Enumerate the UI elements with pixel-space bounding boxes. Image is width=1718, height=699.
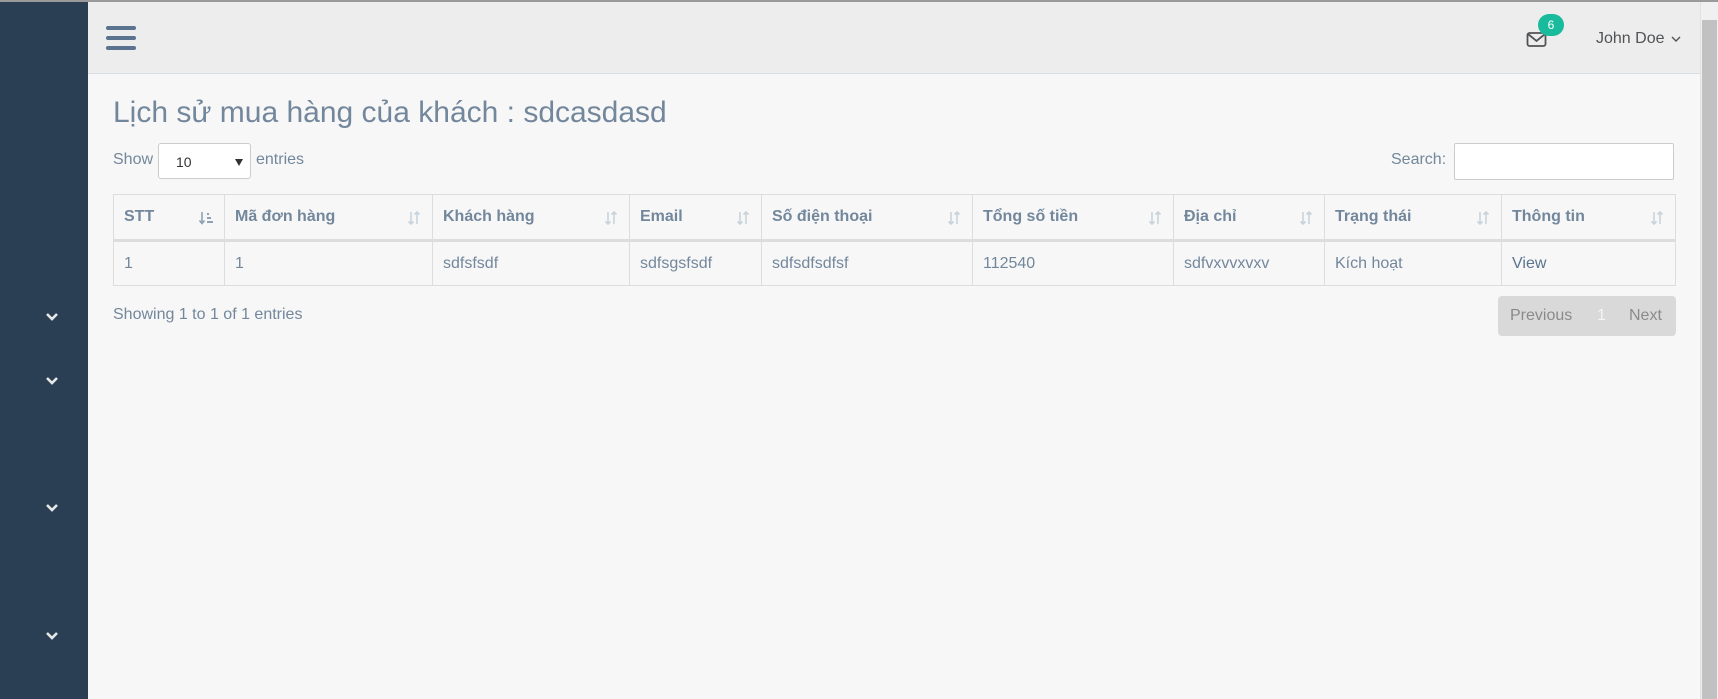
entries-select-value: 10 (176, 154, 192, 170)
cell-stt: 1 (113, 240, 225, 286)
column-header-label: Trạng thái (1335, 208, 1412, 225)
column-header-tong-so-tien[interactable]: Tổng số tiền (972, 194, 1174, 242)
column-header-label: Tổng số tiền (983, 208, 1079, 225)
cell-so-dien-thoai: sdfsdfsdfsf (761, 240, 973, 286)
cell-dia-chi: sdfvxvvxvxv (1173, 240, 1325, 286)
previous-button[interactable]: Previous (1510, 307, 1572, 325)
sort-both-icon (1148, 210, 1162, 226)
notification-badge: 6 (1538, 14, 1564, 36)
top-navbar: 6 John Doe (88, 2, 1700, 74)
column-header-label: Mã đơn hàng (235, 208, 336, 225)
page-title: Lịch sử mua hàng của khách : sdcasdasd (113, 96, 667, 129)
cell-tong-so-tien: 112540 (972, 240, 1174, 286)
chevron-down-icon (1671, 36, 1681, 42)
show-label: Show (113, 151, 154, 168)
sort-ascending-icon (198, 212, 213, 225)
table-header-row: STT Mã đơn hàng Khách hàng Email Số điện… (113, 194, 1676, 242)
column-header-label: Địa chỉ (1184, 208, 1237, 225)
sort-both-icon (1299, 210, 1313, 226)
next-button[interactable]: Next (1629, 307, 1662, 325)
sidebar (0, 2, 88, 699)
sort-both-icon (407, 210, 421, 226)
cell-ma-don-hang: 1 (224, 240, 433, 286)
column-header-trang-thai[interactable]: Trạng thái (1324, 194, 1502, 242)
sort-both-icon (1650, 210, 1664, 226)
table-row: 1 1 sdfsfsdf sdfsgsfsdf sdfsdfsdfsf 1125… (113, 240, 1676, 286)
column-header-khach-hang[interactable]: Khách hàng (432, 194, 630, 242)
sidebar-chevron-down-icon[interactable] (43, 499, 61, 517)
table-info: Showing 1 to 1 of 1 entries (113, 306, 303, 323)
search-label: Search: (1391, 151, 1447, 168)
cell-khach-hang: sdfsfsdf (432, 240, 630, 286)
pagination: Previous 1 Next (1498, 296, 1676, 336)
entries-select[interactable]: 10 (158, 143, 251, 179)
sort-both-icon (1476, 210, 1490, 226)
search-input[interactable] (1454, 143, 1674, 180)
entries-label: entries (256, 151, 305, 168)
scrollbar-thumb[interactable] (1702, 20, 1717, 699)
column-header-stt[interactable]: STT (113, 194, 225, 242)
column-header-email[interactable]: Email (629, 194, 762, 242)
sidebar-chevron-down-icon[interactable] (43, 627, 61, 645)
column-header-label: STT (124, 208, 155, 225)
column-header-label: Email (640, 208, 683, 225)
column-header-label: Thông tin (1512, 208, 1585, 225)
column-header-thong-tin[interactable]: Thông tin (1501, 194, 1676, 242)
column-header-ma-don-hang[interactable]: Mã đơn hàng (224, 194, 433, 242)
sort-both-icon (947, 210, 961, 226)
cell-trang-thai: Kích hoạt (1324, 240, 1502, 286)
user-menu[interactable]: John Doe (1596, 30, 1681, 48)
sidebar-chevron-down-icon[interactable] (43, 308, 61, 326)
cell-email: sdfsgsfsdf (629, 240, 762, 286)
column-header-label: Khách hàng (443, 208, 535, 225)
orders-table: STT Mã đơn hàng Khách hàng Email Số điện… (113, 194, 1676, 286)
view-link[interactable]: View (1512, 255, 1546, 272)
sort-both-icon (736, 210, 750, 226)
page-button-current[interactable]: 1 (1597, 307, 1606, 325)
sidebar-chevron-down-icon[interactable] (43, 372, 61, 390)
caret-down-icon (235, 159, 243, 166)
cell-thong-tin: View (1501, 240, 1676, 286)
column-header-label: Số điện thoại (772, 208, 873, 225)
column-header-dia-chi[interactable]: Địa chỉ (1173, 194, 1325, 242)
user-name: John Doe (1596, 30, 1665, 47)
menu-icon[interactable] (106, 26, 136, 52)
column-header-so-dien-thoai[interactable]: Số điện thoại (761, 194, 973, 242)
sort-both-icon (604, 210, 618, 226)
